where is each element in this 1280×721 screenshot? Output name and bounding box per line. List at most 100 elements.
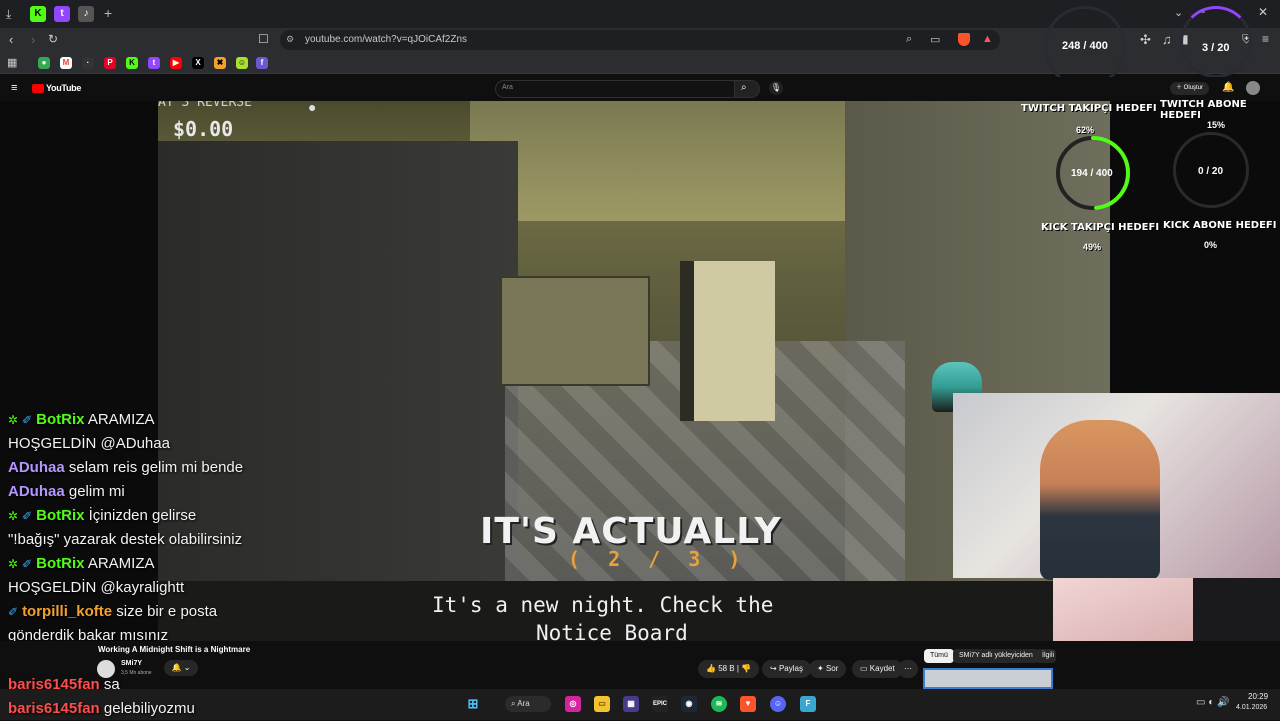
chat-line: ADuhaa gelim mi <box>8 480 308 504</box>
chip-channel[interactable]: SMi7Y adlı yükleyiciden <box>953 649 1039 663</box>
verified-badge-icon: ✲ <box>8 509 19 523</box>
app-icon[interactable]: ▦ <box>623 696 639 712</box>
mic-indicator-icon: ● <box>308 101 317 115</box>
yt-search-input[interactable] <box>495 80 735 98</box>
pinterest-bookmark-icon[interactable]: P <box>104 57 116 69</box>
youtube-logo[interactable]: YouTube <box>46 83 81 93</box>
ask-button[interactable]: ✦ Sor <box>809 660 847 678</box>
tray-icons[interactable]: ▭ ◐ 🔊 <box>1196 697 1230 708</box>
chat-message: İçinizden gelirse <box>88 507 197 524</box>
bookmark-10-icon[interactable]: ☺ <box>236 57 248 69</box>
close-window-icon[interactable]: ✕ <box>1258 5 1268 19</box>
zoom-icon[interactable]: ⌕ <box>906 33 912 46</box>
chat-line: baris6145fan gelebiliyozmu <box>8 697 195 721</box>
twitch-bookmark-icon[interactable]: t <box>148 57 160 69</box>
instagram-icon[interactable]: ◎ <box>565 696 581 712</box>
save-label: Kaydet <box>869 664 895 673</box>
brave-icon[interactable]: ▼ <box>740 696 756 712</box>
chat-username: BotRix <box>36 555 85 572</box>
youtube-bookmark-icon[interactable]: ▶ <box>170 57 182 69</box>
file-explorer-icon[interactable]: ▭ <box>594 696 610 712</box>
chip-all[interactable]: Tümü <box>924 649 954 663</box>
channel-subs: 3,5 Mn abone <box>121 670 152 676</box>
share-label: Paylaş <box>778 664 803 673</box>
like-button[interactable]: 👍 58 B | 👎 <box>698 660 760 678</box>
x-bookmark-icon[interactable]: X <box>192 57 204 69</box>
chat-overlay: ✲ ✐ BotRix ARAMIZA HOŞGELDİN @ADuhaa ADuha… <box>8 408 308 648</box>
forward-icon[interactable]: › <box>31 32 35 47</box>
more-actions-button[interactable]: ⋯ <box>898 660 918 678</box>
apps-icon[interactable]: ▦ <box>7 56 17 69</box>
clock-time[interactable]: 20:29 <box>1248 692 1268 701</box>
yt-search-button[interactable] <box>734 80 760 98</box>
chat-line: ✲ ✐ BotRix ARAMIZA <box>8 552 308 576</box>
avatar[interactable] <box>1246 81 1260 95</box>
follow-counter-text: 248 / 400 <box>1062 40 1108 52</box>
chat-line: ✲ ✐ BotRix İçinizden gelirse <box>8 504 308 528</box>
site-info-icon[interactable]: ⚙ <box>286 34 294 45</box>
chat-message: selam reis gelim mi bende <box>68 459 244 476</box>
tab-dropdown-icon[interactable]: ⌄ <box>1174 6 1183 19</box>
reload-icon[interactable]: ↻ <box>48 32 58 46</box>
verified-badge-icon: ✲ <box>8 413 19 427</box>
audio-tab-icon[interactable]: ♪ <box>78 6 94 22</box>
start-icon[interactable]: ⊞ <box>465 696 481 712</box>
share-button[interactable]: ↪ Paylaş <box>762 660 811 678</box>
sub-counter-text: 3 / 20 <box>1202 42 1230 54</box>
kick-bookmark-icon[interactable]: K <box>126 57 138 69</box>
chat-line: HOŞGELDİN @kayralightt <box>8 576 308 600</box>
subtitle-line-1: It's a new night. Check the <box>432 593 774 617</box>
bookmark-icon[interactable]: ☐ <box>258 32 269 46</box>
kick-sub-goal-title: KICK ABONE HEDEFI <box>1163 220 1277 231</box>
menu-icon[interactable]: ≡ <box>1262 32 1269 46</box>
chat-message: HOŞGELDİN @kayralightt <box>8 579 185 596</box>
steam-icon[interactable]: ◉ <box>681 696 697 712</box>
maps-bookmark-icon[interactable]: ● <box>38 57 50 69</box>
mic-icon[interactable]: 🎙 <box>769 81 783 95</box>
download-icon[interactable]: ⤓ <box>6 7 11 22</box>
chat-username: BotRix <box>36 507 85 524</box>
url-text[interactable]: youtube.com/watch?v=qJOiCAf2Zns <box>305 34 467 45</box>
ask-label: Sor <box>825 664 839 673</box>
notifications-icon[interactable]: 🔔 <box>1222 82 1234 93</box>
chat-message: ARAMIZA <box>87 555 155 572</box>
back-icon[interactable]: ‹ <box>9 32 13 47</box>
twitch-tab-icon[interactable]: t <box>54 6 70 22</box>
kick-follow-ring-text: 194 / 400 <box>1071 168 1113 179</box>
sword-badge-icon: ✐ <box>8 605 19 619</box>
cast-icon[interactable]: ▭ <box>930 33 940 46</box>
streamer-figure <box>1040 420 1160 580</box>
new-tab-icon[interactable]: + <box>104 5 112 21</box>
clock-date[interactable]: 4.01.2026 <box>1236 704 1267 711</box>
chat-line: ✐ torpilli_kofte size bir e posta <box>8 600 308 624</box>
bookmark-3-icon[interactable]: · <box>82 57 94 69</box>
bookmark-11-icon[interactable]: f <box>256 57 268 69</box>
create-button[interactable]: ＋ Oluştur <box>1170 82 1210 95</box>
kick-tab-icon[interactable]: K <box>30 6 46 22</box>
verified-badge-icon: ✲ <box>8 557 19 571</box>
save-button[interactable]: ▭ Kaydet <box>852 660 903 678</box>
chat-message: gelim mi <box>68 483 125 500</box>
brave-shield-icon[interactable] <box>958 33 970 46</box>
recommended-thumbnail[interactable] <box>923 668 1053 689</box>
subtitle-line-2: Notice Board <box>536 621 688 641</box>
kick-follow-goal-title: KICK TAKIPÇI HEDEFI <box>1041 222 1160 233</box>
game-counter: ( 2 / 3 ) <box>568 547 749 571</box>
yt-menu-icon[interactable]: ≡ <box>11 82 17 94</box>
spotify-icon[interactable]: ≋ <box>711 696 727 712</box>
app-f-icon[interactable]: F <box>800 696 816 712</box>
brave-rewards-icon[interactable]: ▲ <box>982 33 993 45</box>
extensions-icon[interactable]: ✣ <box>1140 32 1151 48</box>
discord-icon[interactable]: ☺ <box>770 696 786 712</box>
bookmark-9-icon[interactable]: ✖ <box>214 57 226 69</box>
subscribe-bell-button[interactable]: 🔔 ⌄ <box>164 660 198 676</box>
youtube-logo-icon[interactable] <box>32 84 44 93</box>
twitch-sub-goal-title: TWITCH ABONE HEDEFI <box>1160 99 1247 121</box>
channel-name[interactable]: SMi7Y <box>121 660 142 667</box>
media-icon[interactable]: ♫ <box>1162 32 1172 47</box>
taskbar-search[interactable]: ⌕ Ara <box>505 696 551 712</box>
chat-username: ADuhaa <box>8 483 65 500</box>
gmail-bookmark-icon[interactable]: M <box>60 57 72 69</box>
chip-related[interactable]: İlgili <box>1036 649 1056 663</box>
epic-games-icon[interactable]: EPIC <box>652 696 668 712</box>
